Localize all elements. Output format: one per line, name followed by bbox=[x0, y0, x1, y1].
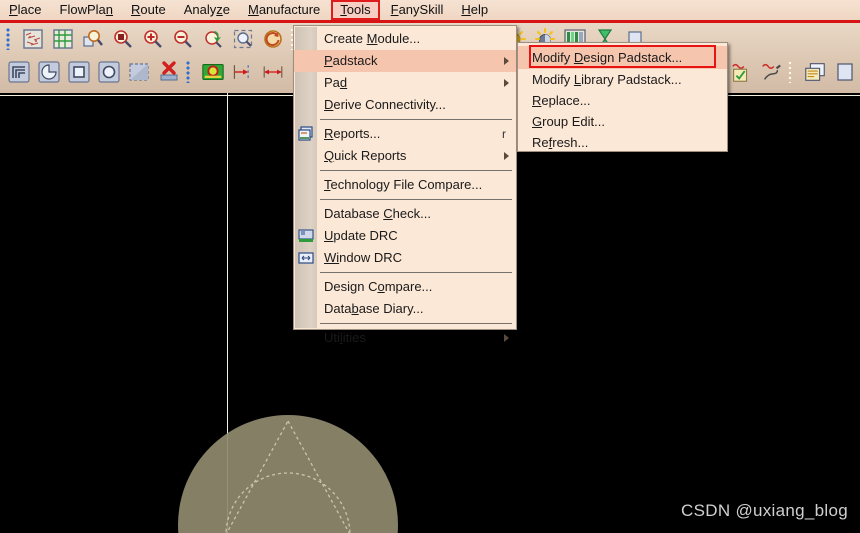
zoom-fit-icon[interactable] bbox=[81, 27, 105, 51]
menu-item-update-drc[interactable]: Update DRC bbox=[294, 225, 516, 247]
polygon-icon[interactable] bbox=[127, 60, 151, 84]
window-drc-icon bbox=[297, 249, 315, 266]
menu-item-database-check[interactable]: Database Check... bbox=[294, 203, 516, 225]
menu-item-label: Group Edit... bbox=[532, 114, 605, 129]
view-design-icon[interactable] bbox=[21, 27, 45, 51]
menu-item-label: Padstack bbox=[324, 53, 378, 68]
submenu-item-modify-library-padstack[interactable]: Modify Library Padstack... bbox=[518, 69, 727, 90]
menu-item-label: Database Check... bbox=[324, 206, 431, 221]
menubar-item-place[interactable]: Place bbox=[0, 1, 51, 19]
menu-item-window-drc[interactable]: Window DRC bbox=[294, 247, 516, 269]
measure-edge-icon[interactable] bbox=[231, 60, 255, 84]
toolbar-grip-3-icon[interactable] bbox=[186, 61, 193, 83]
submenu-arrow-icon bbox=[504, 152, 509, 160]
shape-pie-icon[interactable] bbox=[37, 60, 61, 84]
menu-item-label: Quick Reports bbox=[324, 148, 407, 163]
menubar-item-manufacture[interactable]: Manufacture bbox=[239, 1, 329, 19]
menu-item-label: Replace... bbox=[532, 93, 591, 108]
menu-item-label: Pad bbox=[324, 75, 348, 90]
menubar-item-tools[interactable]: Tools bbox=[331, 0, 380, 20]
window-tile-icon[interactable] bbox=[833, 60, 857, 84]
submenu-item-modify-design-padstack[interactable]: Modify Design Padstack... bbox=[518, 46, 727, 69]
design-logo-graphic bbox=[178, 415, 398, 533]
menu-separator bbox=[320, 119, 512, 120]
menu-item-label: Create Module... bbox=[324, 31, 421, 46]
menu-item-database-diary[interactable]: Database Diary... bbox=[294, 298, 516, 320]
submenu-item-replace[interactable]: Replace... bbox=[518, 90, 727, 111]
menu-item-label: Utilities bbox=[324, 330, 366, 345]
zoom-out-icon[interactable] bbox=[171, 27, 195, 51]
zoom-in-icon[interactable] bbox=[141, 27, 165, 51]
circle-icon[interactable] bbox=[97, 60, 121, 84]
delete-shape-icon[interactable] bbox=[157, 60, 181, 84]
menu-item-label: Technology File Compare... bbox=[324, 177, 483, 192]
menu-item-technology-file-compare[interactable]: Technology File Compare... bbox=[294, 174, 516, 196]
measure-span-icon[interactable] bbox=[261, 60, 285, 84]
menu-item-shortcut: r bbox=[502, 127, 506, 141]
grid-view-icon[interactable] bbox=[51, 27, 75, 51]
menubar-item-fanyskill[interactable]: FanySkill bbox=[382, 1, 453, 19]
net-edit-icon[interactable] bbox=[759, 60, 783, 84]
zoom-previous-icon[interactable] bbox=[201, 27, 225, 51]
zoom-window-icon[interactable] bbox=[111, 27, 135, 51]
menubar-item-route[interactable]: Route bbox=[122, 1, 175, 19]
toolbar-grip-icon[interactable] bbox=[6, 28, 13, 50]
submenu-item-refresh[interactable]: Refresh... bbox=[518, 132, 727, 153]
submenu-arrow-icon bbox=[504, 57, 509, 65]
menu-separator bbox=[320, 272, 512, 273]
menu-item-label: Modify Library Padstack... bbox=[532, 72, 682, 87]
toolbar-separator-grip-2-icon bbox=[788, 61, 795, 83]
submenu-arrow-icon bbox=[504, 79, 509, 87]
shape-add-icon[interactable] bbox=[7, 60, 31, 84]
menu-item-label: Window DRC bbox=[324, 250, 403, 265]
component-icon[interactable] bbox=[201, 60, 225, 84]
menubar-item-flowplan[interactable]: FlowPlan bbox=[51, 1, 122, 19]
tools-dropdown-menu: Create Module... Padstack Pad Derive Con… bbox=[293, 25, 517, 345]
menu-bar: Place FlowPlan Route Analyze Manufacture… bbox=[0, 0, 860, 23]
menu-item-utilities[interactable]: Utilities bbox=[294, 327, 516, 349]
menu-item-label: Derive Connectivity... bbox=[324, 97, 446, 112]
menu-item-label: Reports... bbox=[324, 126, 381, 141]
menu-item-label: Database Diary... bbox=[324, 301, 424, 316]
menu-item-label: Design Compare... bbox=[324, 279, 433, 294]
menu-separator bbox=[320, 199, 512, 200]
submenu-item-group-edit[interactable]: Group Edit... bbox=[518, 111, 727, 132]
menubar-item-help[interactable]: Help bbox=[452, 1, 497, 19]
net-check-icon[interactable] bbox=[729, 60, 753, 84]
redraw-icon[interactable] bbox=[261, 27, 285, 51]
windows-cascade-icon[interactable] bbox=[803, 60, 827, 84]
menubar-item-analyze[interactable]: Analyze bbox=[175, 1, 239, 19]
reports-icon bbox=[297, 125, 315, 142]
menu-separator bbox=[320, 170, 512, 171]
menu-item-create-module[interactable]: Create Module... bbox=[294, 28, 516, 50]
menu-item-padstack[interactable]: Padstack bbox=[294, 50, 516, 72]
zoom-selection-icon[interactable] bbox=[231, 27, 255, 51]
menu-item-reports[interactable]: Reports... r bbox=[294, 123, 516, 145]
application-window: Place FlowPlan Route Analyze Manufacture… bbox=[0, 0, 860, 533]
menu-item-label: Modify Design Padstack... bbox=[532, 50, 683, 65]
menu-item-label: Refresh... bbox=[532, 135, 589, 150]
menu-separator bbox=[320, 323, 512, 324]
menu-item-pad[interactable]: Pad bbox=[294, 72, 516, 94]
menu-item-design-compare[interactable]: Design Compare... bbox=[294, 276, 516, 298]
submenu-arrow-icon bbox=[504, 334, 509, 342]
padstack-submenu: Modify Design Padstack... Modify Library… bbox=[517, 42, 728, 152]
menu-item-derive-connectivity[interactable]: Derive Connectivity... bbox=[294, 94, 516, 116]
rectangle-icon[interactable] bbox=[67, 60, 91, 84]
menu-item-label: Update DRC bbox=[324, 228, 398, 243]
update-drc-icon bbox=[297, 227, 315, 244]
csdn-watermark: CSDN @uxiang_blog bbox=[681, 501, 848, 520]
menu-item-quick-reports[interactable]: Quick Reports bbox=[294, 145, 516, 167]
